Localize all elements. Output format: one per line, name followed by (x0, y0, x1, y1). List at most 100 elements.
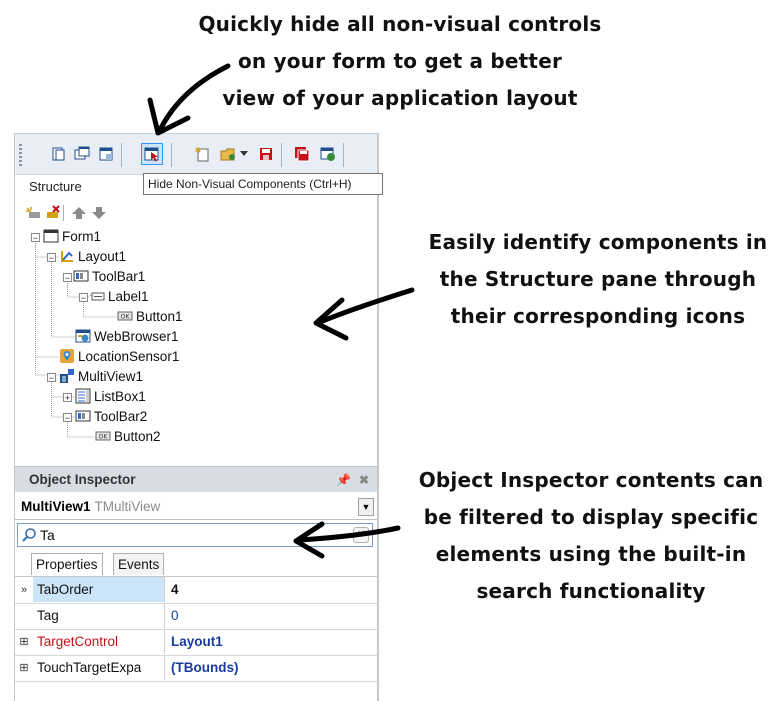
object-inspector-title: Object Inspector (29, 472, 136, 487)
property-row-taborder[interactable]: » TabOrder 4 (15, 577, 377, 604)
collapse-toggle[interactable]: − (63, 413, 72, 423)
window-icon[interactable] (71, 143, 93, 165)
structure-tree: − Form1 − Layout1 − ToolBar1 − Label1 OK… (15, 225, 377, 457)
toolbar-icon (75, 408, 91, 424)
tree-node-listbox1[interactable]: ListBox1 (75, 387, 146, 407)
structure-pane-title[interactable]: Structure (15, 175, 115, 199)
tree-node-label: ToolBar1 (92, 269, 146, 284)
selected-component-name: MultiView1 (21, 499, 91, 514)
svg-text:OK: OK (99, 434, 109, 441)
button-icon: OK (95, 428, 111, 444)
chevron-down-icon[interactable]: ▼ (358, 498, 374, 516)
annotation-line: be filtered to display specific (423, 505, 759, 529)
expand-toggle[interactable]: + (63, 393, 72, 403)
collapse-toggle[interactable]: − (47, 253, 56, 263)
tree-node-toolbar1[interactable]: ToolBar1 (73, 267, 145, 287)
location-sensor-icon (59, 348, 75, 364)
save-all-icon[interactable] (291, 143, 313, 165)
inspector-search-input[interactable] (40, 526, 340, 544)
annotation-line: Object Inspector contents can (418, 468, 764, 492)
tree-node-button1[interactable]: OK Button1 (117, 307, 183, 327)
copy-icon[interactable] (47, 143, 69, 165)
tree-node-label: Layout1 (78, 249, 127, 264)
property-value[interactable]: (TBounds) (167, 655, 371, 681)
property-name: Tag (33, 603, 165, 628)
move-up-icon[interactable] (71, 205, 87, 221)
layout-icon (59, 248, 75, 264)
tree-node-label: Form1 (62, 229, 102, 244)
property-value[interactable]: Layout1 (167, 629, 371, 655)
form-view-icon[interactable] (95, 143, 117, 165)
save-icon[interactable] (255, 143, 277, 165)
expand-property-icon[interactable]: ⊞ (17, 655, 31, 681)
tree-node-label: WebBrowser1 (94, 329, 179, 344)
svg-text:OK: OK (121, 314, 131, 321)
tree-node-form1[interactable]: Form1 (43, 227, 101, 247)
toolbar-separator (281, 143, 282, 167)
toolbar-icon (73, 268, 89, 284)
collapse-toggle[interactable]: − (31, 233, 40, 243)
tree-node-label: ToolBar2 (94, 409, 148, 424)
tree-node-label: Button1 (136, 309, 183, 324)
tab-properties[interactable]: Properties (31, 553, 103, 575)
annotation-line: search functionality (476, 579, 706, 603)
tree-node-label: MultiView1 (78, 369, 144, 384)
annotation-line: elements using the built-in (435, 542, 747, 566)
property-row-touchtargetexpansion[interactable]: ⊞ TouchTargetExpa (TBounds) (15, 655, 377, 682)
property-value[interactable]: 4 (167, 577, 371, 603)
tree-node-label: Label1 (108, 289, 149, 304)
property-name: TabOrder (33, 577, 165, 602)
tree-node-label: LocationSensor1 (78, 349, 180, 364)
tree-node-label: Button2 (114, 429, 161, 444)
tree-node-label: ListBox1 (94, 389, 146, 404)
annotation-line: the Structure pane through (439, 267, 757, 291)
refresh-view-icon[interactable] (317, 143, 339, 165)
structure-toolbar (15, 203, 377, 223)
clear-search-icon[interactable]: ✕ (353, 527, 369, 543)
annotation-inspector-search: Object Inspector contents can be filtere… (404, 462, 778, 610)
chevron-down-icon[interactable] (237, 143, 251, 165)
multiview-icon (59, 368, 75, 384)
property-name: TouchTargetExpa (33, 655, 165, 680)
tab-events[interactable]: Events (113, 553, 165, 575)
property-row-targetcontrol[interactable]: ⊞ TargetControl Layout1 (15, 629, 377, 656)
tree-node-locationsensor1[interactable]: LocationSensor1 (59, 347, 179, 367)
annotation-line: Quickly hide all non-visual controls (198, 12, 602, 36)
property-row-tag[interactable]: Tag 0 (15, 603, 377, 630)
annotation-structure-icons: Easily identify components in the Struct… (418, 224, 778, 335)
property-name: TargetControl (33, 629, 165, 654)
form-icon (43, 228, 59, 244)
tree-node-layout1[interactable]: Layout1 (59, 247, 126, 267)
move-down-icon[interactable] (91, 205, 107, 221)
close-icon[interactable]: ✖ (359, 467, 369, 493)
tree-node-label1[interactable]: Label1 (89, 287, 149, 307)
hide-nonvisual-icon[interactable] (141, 143, 163, 165)
toolbar-separator (171, 143, 172, 167)
collapse-toggle[interactable]: − (47, 373, 56, 383)
collapse-toggle[interactable]: − (79, 293, 88, 303)
tree-node-webbrowser1[interactable]: WebBrowser1 (75, 327, 179, 347)
expand-property-icon[interactable]: ⊞ (17, 629, 31, 655)
pin-icon[interactable]: 📌 (336, 467, 351, 493)
tree-node-button2[interactable]: OK Button2 (95, 427, 161, 447)
new-component-icon[interactable] (25, 205, 41, 221)
new-item-icon[interactable] (191, 143, 213, 165)
tree-node-toolbar2[interactable]: ToolBar2 (75, 407, 147, 427)
toolbar-grip[interactable] (19, 144, 22, 166)
inspector-search-box: ✕ (17, 523, 373, 547)
collapse-toggle[interactable]: − (63, 273, 72, 283)
open-folder-icon[interactable] (217, 143, 239, 165)
ide-toolbar (15, 133, 377, 175)
delete-component-icon[interactable] (45, 205, 61, 221)
annotation-line: on your form to get a better (237, 49, 563, 73)
property-value[interactable]: 0 (167, 603, 371, 629)
object-inspector-header: Object Inspector 📌 ✖ (15, 466, 377, 492)
webbrowser-icon (75, 328, 91, 344)
listbox-icon (75, 388, 91, 404)
toolbar-separator (121, 143, 122, 167)
inspector-tabs: Properties Events (15, 553, 377, 575)
button-icon: OK (117, 308, 133, 324)
selected-component-class: TMultiView (94, 499, 161, 514)
component-selector[interactable]: MultiView1 TMultiView ▼ (15, 494, 377, 520)
tree-node-multiview1[interactable]: MultiView1 (59, 367, 143, 387)
